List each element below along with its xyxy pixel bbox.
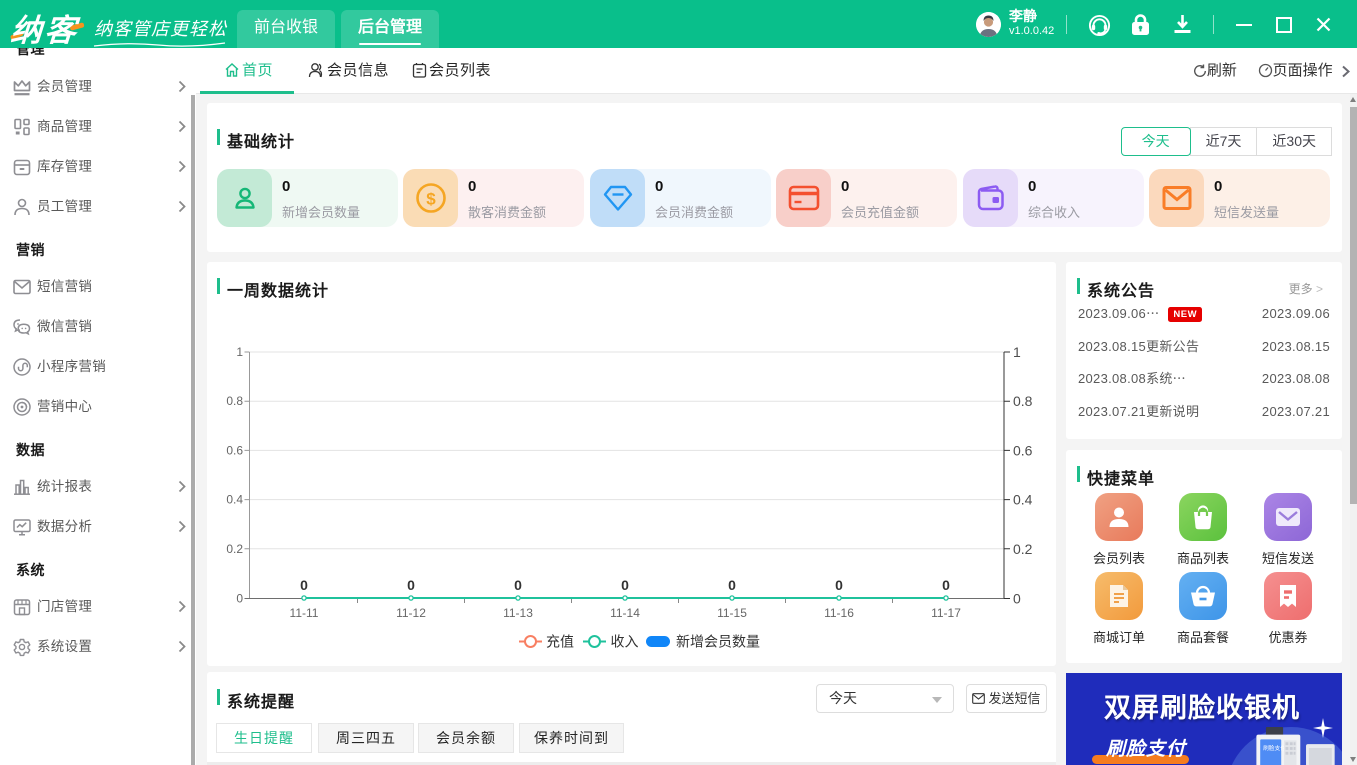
- svg-text:$: $: [426, 190, 436, 209]
- svg-text:11-11: 11-11: [290, 606, 319, 620]
- svg-text:0.8: 0.8: [226, 394, 243, 408]
- svg-text:0.4: 0.4: [1013, 492, 1033, 508]
- svg-text:0.6: 0.6: [1013, 442, 1033, 458]
- svg-text:收入: 收入: [611, 634, 639, 650]
- svg-text:11-12: 11-12: [396, 606, 426, 620]
- svg-text:刷脸支付: 刷脸支付: [1263, 744, 1286, 752]
- svg-text:0: 0: [942, 577, 950, 593]
- svg-text:0.4: 0.4: [226, 493, 243, 507]
- svg-text:0: 0: [835, 577, 843, 593]
- svg-text:11-15: 11-15: [717, 606, 747, 620]
- svg-text:0.6: 0.6: [226, 443, 243, 457]
- svg-text:0: 0: [621, 577, 629, 593]
- svg-text:0: 0: [300, 577, 308, 593]
- svg-text:0.8: 0.8: [1013, 393, 1033, 409]
- svg-text:0: 0: [1013, 591, 1021, 607]
- svg-text:11-14: 11-14: [610, 606, 640, 620]
- svg-text:充值: 充值: [546, 634, 574, 650]
- svg-text:新增会员数量: 新增会员数量: [676, 634, 760, 650]
- svg-text:11-16: 11-16: [824, 606, 854, 620]
- svg-text:11-17: 11-17: [931, 606, 961, 620]
- svg-text:11-13: 11-13: [503, 606, 533, 620]
- svg-text:0: 0: [407, 577, 415, 593]
- svg-text:0.2: 0.2: [1013, 541, 1033, 557]
- svg-text:0: 0: [514, 577, 522, 593]
- svg-text:1: 1: [1013, 344, 1021, 360]
- svg-text:0.2: 0.2: [226, 542, 243, 556]
- svg-text:0: 0: [236, 592, 243, 606]
- svg-text:1: 1: [236, 345, 243, 359]
- svg-text:0: 0: [728, 577, 736, 593]
